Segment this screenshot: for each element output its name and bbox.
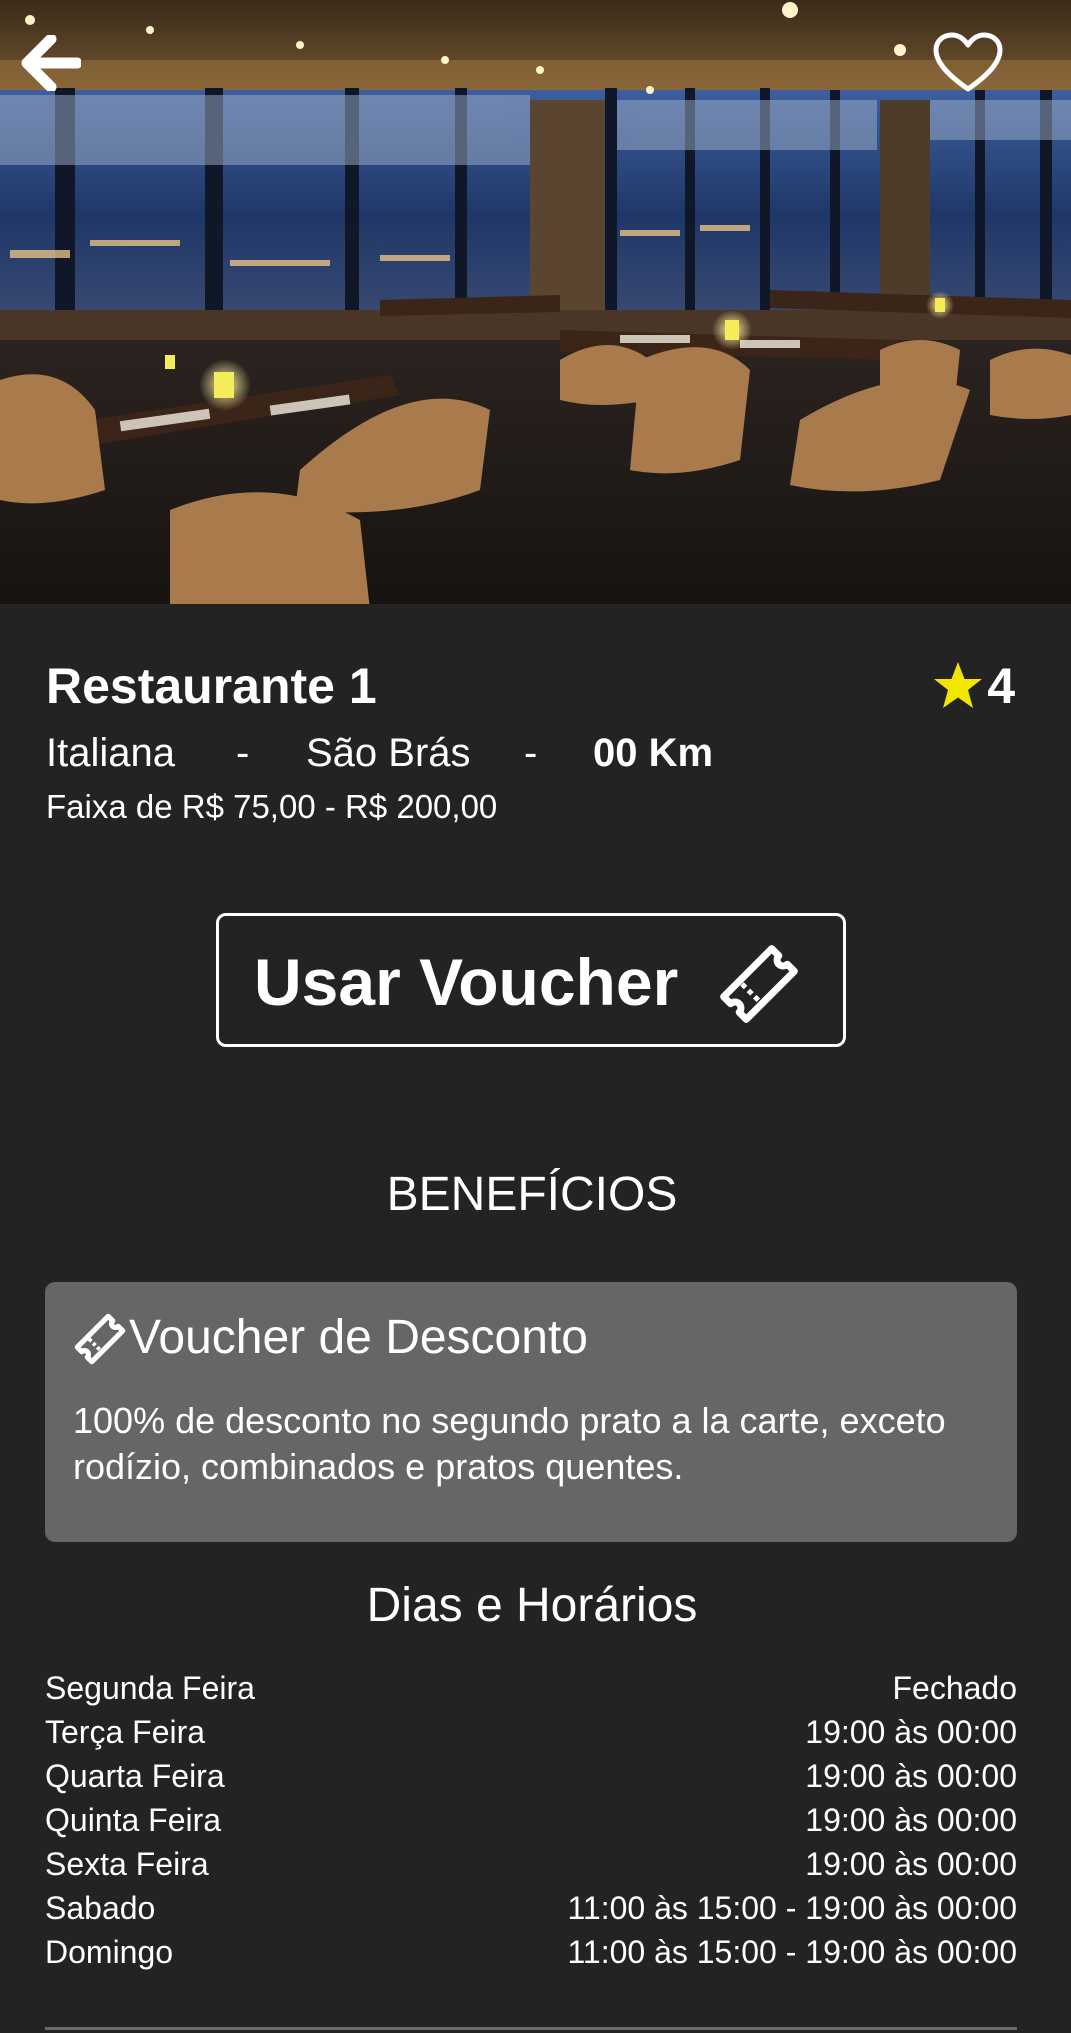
benefit-description: 100% de desconto no segundo prato a la c…: [73, 1400, 946, 1487]
rating-badge: 4: [931, 656, 1015, 716]
neighborhood-label: São Brás: [306, 731, 471, 775]
ticket-icon: [74, 1313, 126, 1365]
star-icon: [934, 662, 983, 708]
heart-outline-icon: [933, 32, 1003, 92]
hours-row: Terça Feira 19:00 às 00:00: [45, 1710, 1017, 1754]
ticket-icon: [720, 945, 798, 1023]
hours-row: Sexta Feira 19:00 às 00:00: [45, 1842, 1017, 1886]
use-voucher-button[interactable]: Usar Voucher: [216, 913, 846, 1047]
hours-row: Quinta Feira 19:00 às 00:00: [45, 1798, 1017, 1842]
hours-row: Domingo 11:00 às 15:00 - 19:00 às 00:00: [45, 1930, 1017, 1974]
restaurant-photo: [0, 0, 1071, 604]
hours-row: Segunda Feira Fechado: [45, 1666, 1017, 1710]
hours-day: Segunda Feira: [45, 1670, 255, 1706]
hours-day: Terça Feira: [45, 1714, 206, 1750]
hours-time: 19:00 às 00:00: [805, 1846, 1017, 1882]
rating-value: 4: [987, 658, 1015, 714]
restaurant-interior-image: [0, 0, 1071, 604]
hours-day: Quinta Feira: [45, 1802, 222, 1838]
hours-day: Sabado: [45, 1890, 156, 1926]
cuisine-label: Italiana: [46, 731, 175, 775]
hours-time: 19:00 às 00:00: [805, 1802, 1017, 1838]
meta-separator: -: [236, 731, 250, 775]
hours-time: 11:00 às 15:00 - 19:00 às 00:00: [567, 1890, 1017, 1926]
hours-time: 11:00 às 15:00 - 19:00 às 00:00: [567, 1934, 1017, 1970]
benefits-section-title: BENEFÍCIOS: [386, 1168, 678, 1221]
distance-label: 00 Km: [593, 731, 714, 775]
arrow-left-icon: [21, 35, 81, 91]
back-button[interactable]: [18, 30, 84, 96]
benefit-title: Voucher de Desconto: [129, 1311, 588, 1364]
restaurant-meta: Italiana - São Brás - 00 Km: [46, 728, 946, 778]
restaurant-name: Restaurante 1: [46, 658, 377, 714]
hours-time: Fechado: [892, 1670, 1017, 1706]
use-voucher-label: Usar Voucher: [254, 945, 679, 1019]
divider: [45, 2027, 1017, 2030]
hours-time: 19:00 às 00:00: [805, 1758, 1017, 1794]
hours-row: Sabado 11:00 às 15:00 - 19:00 às 00:00: [45, 1886, 1017, 1930]
hours-day: Domingo: [45, 1934, 174, 1970]
hours-day: Sexta Feira: [45, 1846, 209, 1882]
price-range: Faixa de R$ 75,00 - R$ 200,00: [46, 788, 498, 825]
hours-section-title: Dias e Horários: [366, 1579, 698, 1632]
hours-list: Segunda Feira Fechado Terça Feira 19:00 …: [45, 1666, 1017, 1974]
favorite-button[interactable]: [928, 26, 1008, 100]
hours-time: 19:00 às 00:00: [805, 1714, 1017, 1750]
meta-separator: -: [524, 731, 538, 775]
hours-day: Quarta Feira: [45, 1758, 225, 1794]
benefit-card: Voucher de Desconto 100% de desconto no …: [45, 1282, 1017, 1542]
hours-row: Quarta Feira 19:00 às 00:00: [45, 1754, 1017, 1798]
